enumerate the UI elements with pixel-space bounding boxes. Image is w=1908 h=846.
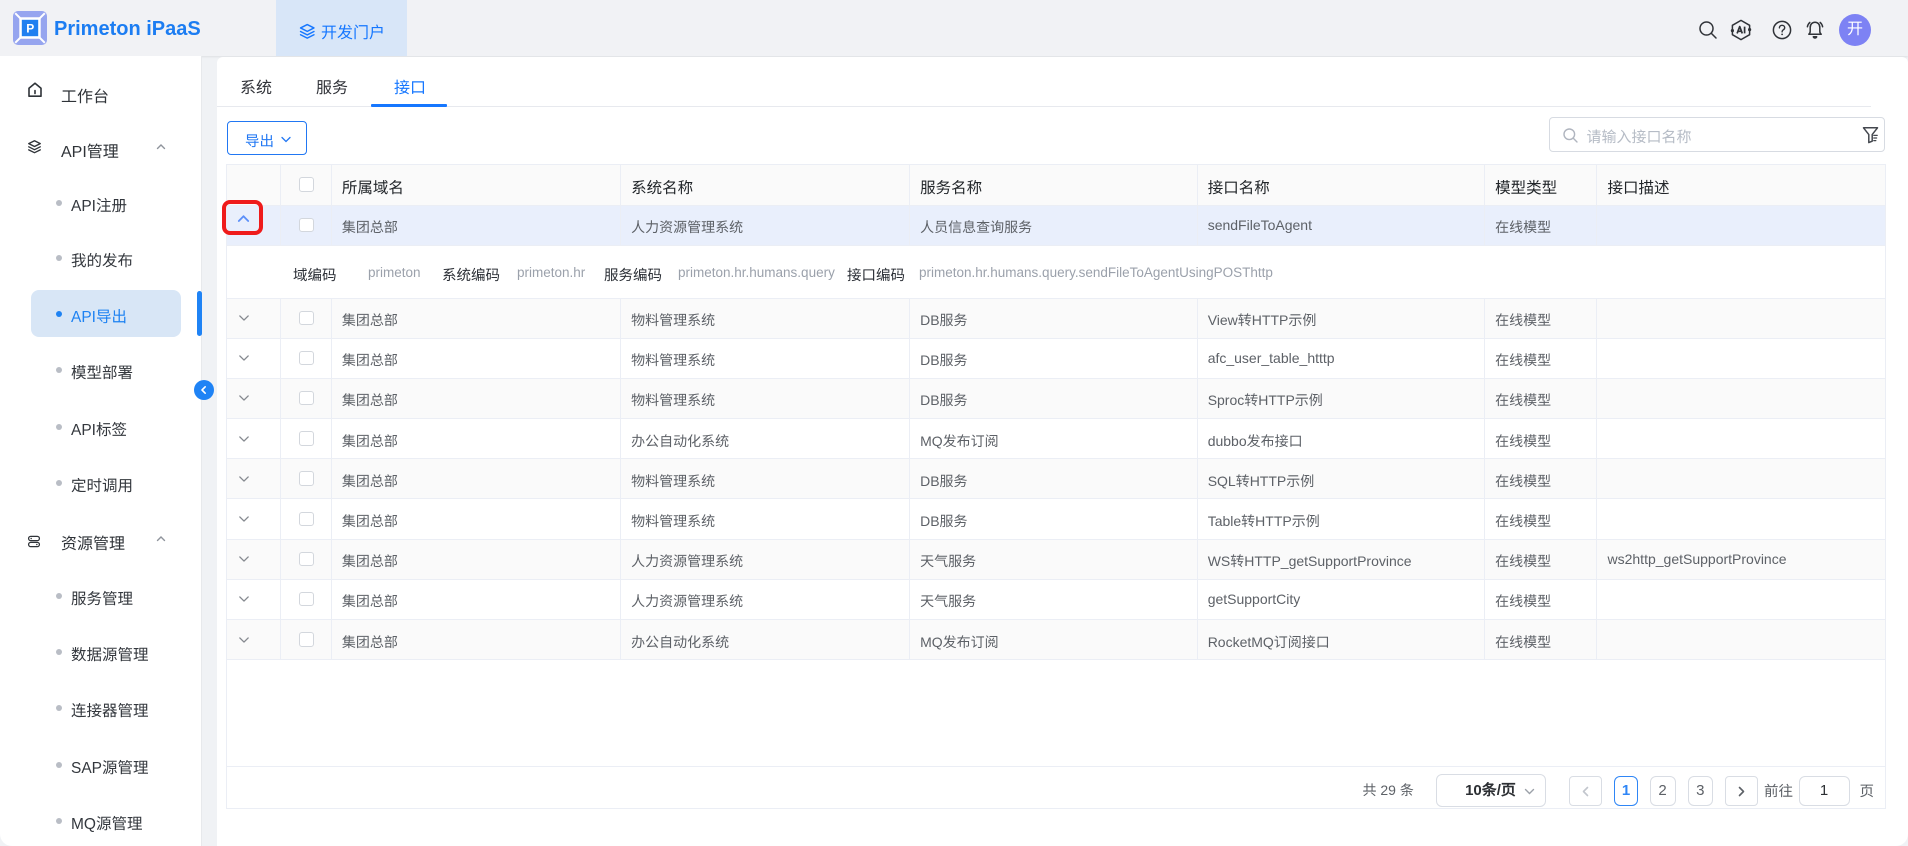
- svg-text:P: P: [26, 22, 34, 36]
